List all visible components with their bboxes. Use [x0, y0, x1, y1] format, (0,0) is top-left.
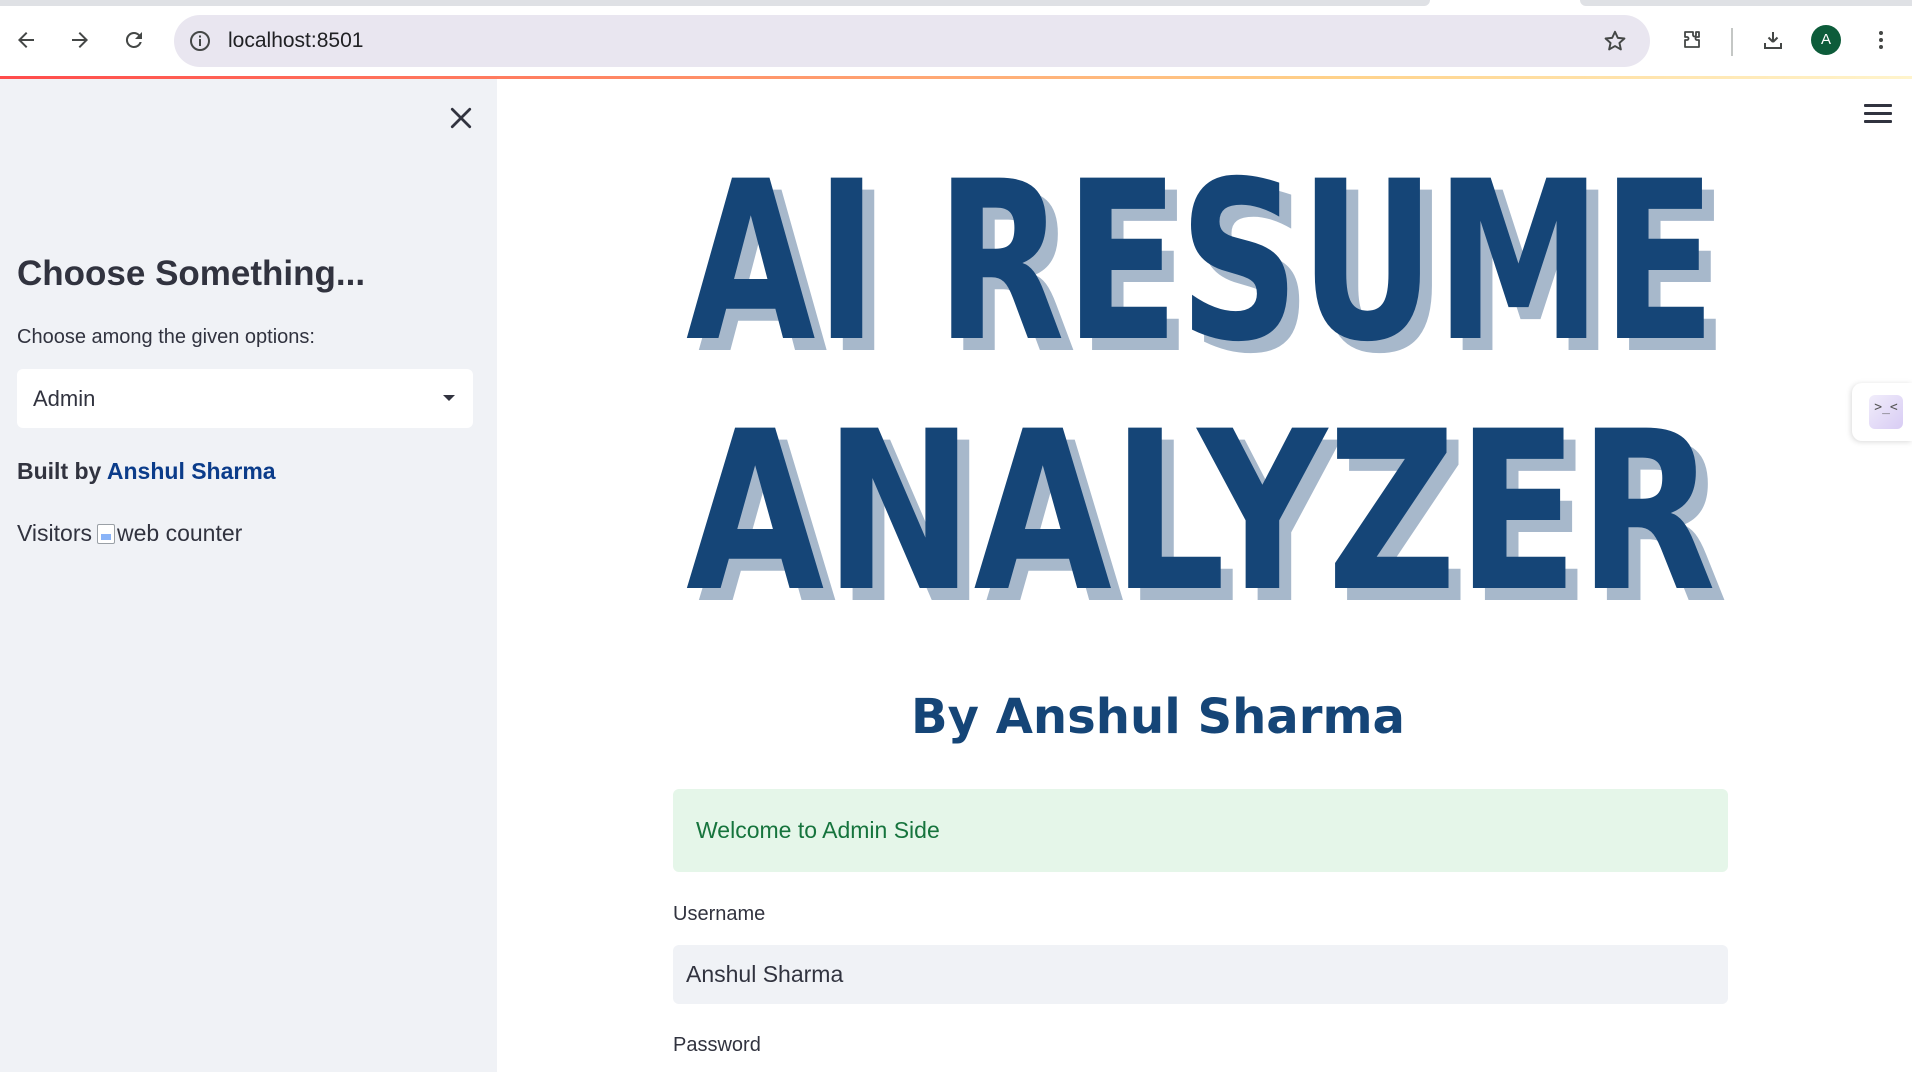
banner-line1: AI RESUME	[686, 135, 1716, 390]
visitors-label: Visitors	[17, 520, 92, 546]
password-label: Password	[673, 1034, 761, 1056]
mode-select[interactable]: Admin	[17, 369, 473, 428]
built-by-prefix: Built by	[17, 458, 102, 484]
downloads-button[interactable]	[1755, 22, 1791, 58]
broken-image-icon	[97, 523, 115, 544]
extensions-button[interactable]	[1674, 22, 1710, 58]
download-icon	[1764, 32, 1782, 49]
reload-button[interactable]	[116, 22, 152, 58]
url-text[interactable]: localhost:8501	[228, 15, 363, 67]
star-icon[interactable]	[1602, 28, 1628, 54]
tab-strip	[0, 0, 1430, 6]
banner-byline: By Anshul Sharma	[911, 689, 1405, 745]
main-menu-button[interactable]	[1864, 104, 1892, 128]
back-button[interactable]	[8, 22, 44, 58]
username-input[interactable]	[673, 945, 1728, 1004]
profile-avatar[interactable]: A	[1811, 25, 1841, 55]
hamburger-icon-bar	[1864, 120, 1892, 123]
forward-icon	[72, 32, 88, 48]
welcome-alert: Welcome to Admin Side	[673, 789, 1728, 872]
select-value: Admin	[33, 386, 96, 411]
address-bar[interactable]: localhost:8501	[174, 15, 1650, 67]
chevron-down-icon	[443, 395, 455, 401]
web-counter-alt: web counter	[117, 520, 243, 546]
sidebar: Choose Something... Choose among the giv…	[0, 79, 497, 1072]
alert-text: Welcome to Admin Side	[696, 817, 940, 843]
banner-line2: ANALYZER	[686, 384, 1716, 640]
browser-toolbar: localhost:8501 A	[0, 0, 1912, 79]
banner-image: AI RESUME AI RESUME ANALYZER ANALYZER By…	[673, 134, 1728, 763]
hamburger-icon-bar	[1864, 112, 1892, 115]
banner-graphic: AI RESUME AI RESUME ANALYZER ANALYZER By…	[686, 134, 1728, 745]
author-link[interactable]: Anshul Sharma	[107, 458, 276, 484]
built-by-text: Built by Anshul Sharma	[17, 458, 276, 485]
kebab-menu-icon	[1879, 31, 1883, 49]
select-label: Choose among the given options:	[17, 326, 315, 348]
hamburger-icon	[1864, 104, 1892, 107]
username-label: Username	[673, 903, 766, 925]
side-widget-button[interactable]: >_<	[1852, 383, 1912, 441]
reload-icon	[125, 31, 142, 48]
sidebar-heading: Choose Something...	[17, 254, 366, 293]
tab-strip-right	[1580, 0, 1912, 6]
forward-button[interactable]	[62, 22, 98, 58]
visitors-row: Visitors web counter	[17, 520, 242, 547]
web-counter-image: web counter	[97, 520, 242, 547]
back-icon	[18, 32, 34, 48]
toolbar-separator	[1731, 28, 1733, 56]
dev-tools-icon: >_<	[1869, 395, 1903, 429]
close-sidebar-icon[interactable]	[446, 103, 476, 133]
extensions-icon	[1684, 31, 1700, 48]
browser-menu-button[interactable]	[1863, 22, 1899, 58]
info-icon[interactable]	[188, 29, 212, 53]
